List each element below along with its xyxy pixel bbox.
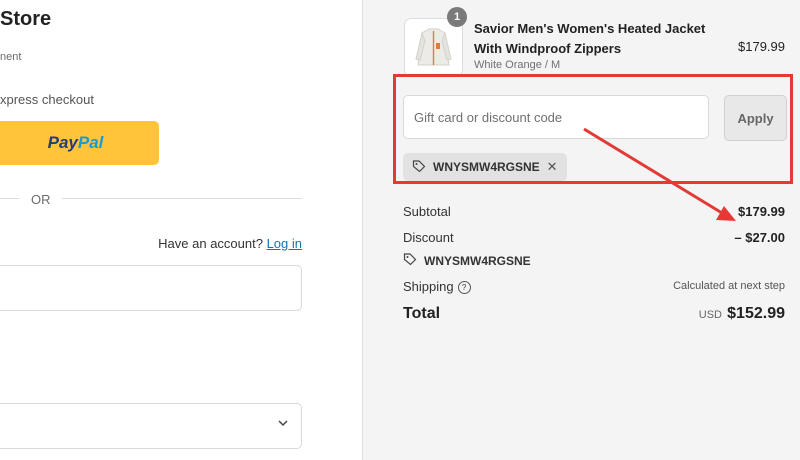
paypal-pay-text: Pay	[47, 133, 78, 152]
subtotal-label: Subtotal	[403, 204, 451, 219]
product-variant: White Orange / M	[474, 59, 561, 71]
subtotal-value: $179.99	[738, 204, 785, 219]
store-title: Store	[0, 8, 52, 30]
express-checkout-heading: xpress checkout	[0, 92, 94, 107]
tag-icon	[403, 252, 417, 269]
discount-label: Discount	[403, 230, 454, 245]
divider-left	[0, 198, 19, 199]
discount-code-row: WNYSMW4RGSNE	[403, 252, 531, 269]
shipping-label: Shipping	[403, 279, 454, 294]
product-thumbnail	[404, 18, 463, 77]
paypal-button[interactable]: PayPal	[0, 121, 159, 165]
have-account-text: Have an account? Log in	[158, 236, 302, 251]
email-field[interactable]	[0, 265, 302, 311]
country-select[interactable]	[0, 403, 302, 449]
product-price: $179.99	[738, 39, 785, 54]
shipping-value: Calculated at next step	[673, 280, 785, 292]
paypal-logo: PayPal	[48, 133, 104, 153]
or-separator: OR	[31, 192, 51, 207]
breadcrumb: nent	[0, 51, 22, 63]
discount-code-text: WNYSMW4RGSNE	[424, 253, 531, 268]
have-account-label: Have an account?	[158, 236, 263, 251]
discount-value: – $27.00	[734, 230, 785, 245]
total-label: Total	[403, 305, 441, 322]
checkout-form-panel: Store nent xpress checkout PayPal OR Hav…	[0, 0, 362, 460]
divider-right	[62, 198, 302, 199]
login-link[interactable]: Log in	[267, 236, 302, 251]
jacket-image	[415, 28, 452, 66]
quantity-badge: 1	[447, 7, 467, 27]
shipping-row: Shipping?	[403, 279, 471, 294]
annotation-highlight-box	[393, 74, 793, 184]
product-name: Savior Men's Women's Heated Jacket With …	[474, 21, 706, 56]
chevron-down-icon	[277, 416, 289, 432]
total-currency: USD	[698, 309, 722, 321]
help-icon[interactable]: ?	[457, 281, 471, 294]
paypal-pal-text: Pal	[77, 133, 104, 152]
total-value: $152.99	[727, 305, 785, 322]
